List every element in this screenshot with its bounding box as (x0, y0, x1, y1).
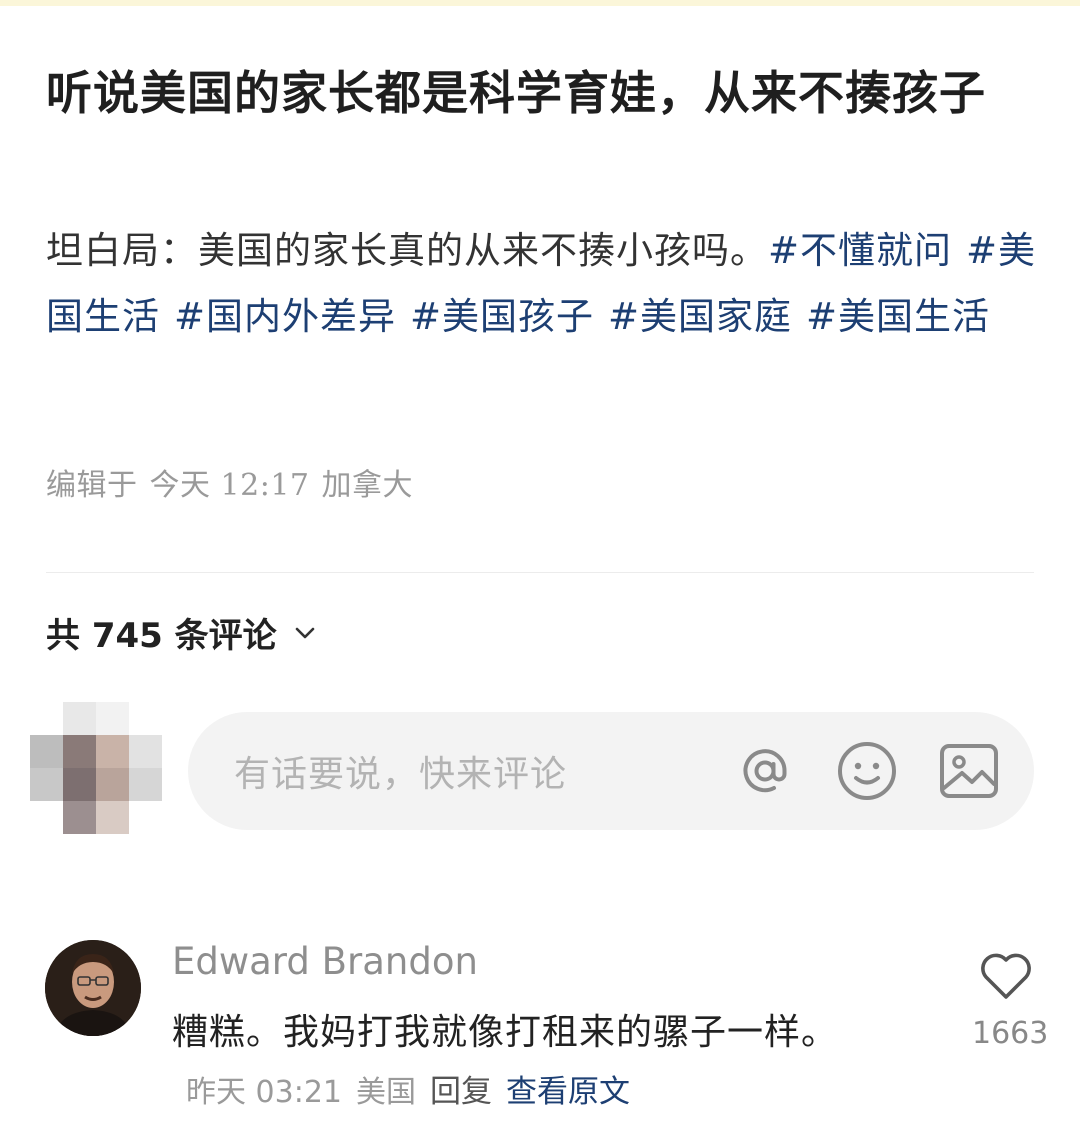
post-title: 听说美国的家长都是科学育娃，从来不揍孩子 (46, 66, 986, 120)
at-icon[interactable] (734, 740, 796, 802)
post-meta: 编辑于 今天 12:17 加拿大 (46, 460, 425, 504)
comment-input[interactable]: 有话要说，快来评论 (188, 712, 1034, 830)
commenter-photo (45, 940, 141, 1036)
comment-text-block: 糟糕。我妈打我就像打租来的骡子一样。昨天 03:21 美国 回复 查看原文 (172, 1004, 872, 1122)
view-original-link[interactable]: 查看原文 (506, 1074, 630, 1110)
edited-label: 编辑于 (46, 468, 138, 503)
image-icon[interactable] (938, 740, 1000, 802)
commenter-avatar[interactable] (45, 940, 141, 1036)
hashtag[interactable]: #不懂就问 (768, 229, 952, 272)
comment-location: 美国 (356, 1075, 416, 1110)
comment-text: 糟糕。我妈打我就像打租来的骡子一样。 (172, 1012, 839, 1053)
hashtag[interactable]: #美国生活 (806, 295, 990, 338)
divider (46, 572, 1034, 573)
reply-button[interactable]: 回复 (430, 1074, 492, 1110)
post-location: 加拿大 (321, 468, 413, 503)
comment-input-placeholder: 有话要说，快来评论 (234, 754, 568, 795)
current-user-avatar[interactable] (30, 702, 162, 834)
post-body: 坦白局：美国的家长真的从来不揍小孩吗。#不懂就问 #美国生活 #国内外差异 #美国孩子… (46, 218, 1046, 350)
hashtag[interactable]: #国内外差异 (174, 295, 396, 338)
emoji-icon[interactable] (836, 740, 898, 802)
comment-count-label: 共 745 条评论 (46, 616, 277, 656)
comment-count-toggle[interactable]: 共 745 条评论 (46, 608, 319, 657)
edited-time: 今天 12:17 (149, 468, 310, 503)
top-strip (0, 0, 1080, 6)
commenter-name[interactable]: Edward Brandon (172, 940, 478, 983)
hashtag[interactable]: #美国孩子 (410, 295, 594, 338)
like-count: 1663 (972, 1016, 1049, 1051)
heart-icon[interactable] (978, 950, 1034, 1002)
hashtag[interactable]: #美国家庭 (608, 295, 792, 338)
comment-time: 昨天 03:21 (186, 1075, 342, 1110)
chevron-down-icon (295, 627, 314, 638)
post-body-text: 坦白局：美国的家长真的从来不揍小孩吗。 (46, 229, 768, 272)
